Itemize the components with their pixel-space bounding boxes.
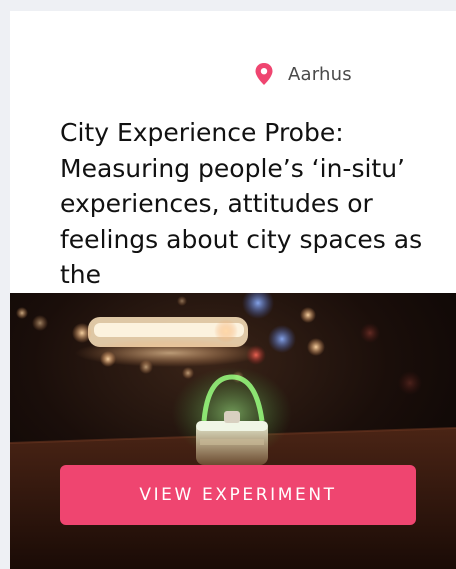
- location: Aarhus: [254, 61, 352, 87]
- experiment-title: City Experience Probe: Measuring people’…: [60, 118, 423, 289]
- map-pin-icon: [254, 62, 274, 86]
- experiment-card: Aarhus City Experience Probe: Measuring …: [10, 11, 456, 569]
- location-label: Aarhus: [288, 63, 352, 85]
- experiment-photo: [10, 293, 456, 569]
- view-experiment-button[interactable]: VIEW EXPERIMENT: [60, 465, 416, 525]
